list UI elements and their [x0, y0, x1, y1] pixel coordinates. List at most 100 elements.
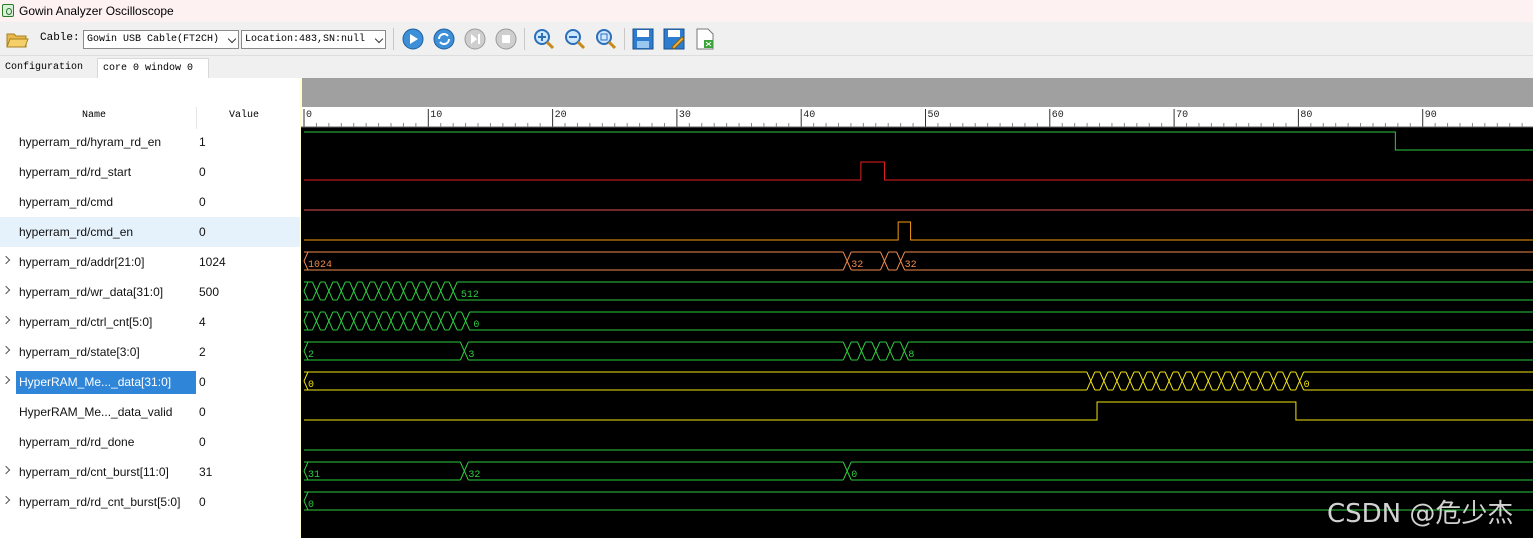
title-bar: Gowin Analyzer Oscilloscope [0, 0, 1533, 22]
signal-row[interactable]: HyperRAM_Me..._data[31:0] 0 [0, 367, 300, 397]
chevron-down-icon [374, 34, 384, 44]
zoom-out-icon[interactable] [563, 27, 587, 51]
ruler-label: 80 [1300, 110, 1312, 121]
chevron-right-icon[interactable] [1, 465, 11, 475]
signal-row[interactable]: hyperram_rd/rd_start 0 [0, 157, 300, 187]
value-column-header: Value [229, 110, 260, 121]
chevron-right-icon[interactable] [1, 315, 11, 325]
stop-icon[interactable] [494, 27, 518, 51]
bus-value-label: 31 [308, 470, 320, 481]
zoom-fit-icon[interactable] [594, 27, 618, 51]
ruler-label: 70 [1176, 110, 1188, 121]
ruler-label: 30 [679, 110, 691, 121]
ruler-label: 50 [928, 110, 940, 121]
signal-row[interactable]: hyperram_rd/state[3:0] 2 [0, 337, 300, 367]
signal-name[interactable]: hyperram_rd/ctrl_cnt[5:0] [16, 307, 196, 337]
save-as-icon[interactable] [662, 27, 686, 51]
waveform-background [301, 127, 1533, 538]
signal-value: 1024 [199, 255, 226, 269]
bus-value-label: 0 [1304, 380, 1310, 391]
bus-value-label: 0 [308, 500, 314, 511]
signal-value: 0 [199, 405, 206, 419]
location-select-value: Location:483,SN:null [245, 34, 366, 45]
signal-name[interactable]: hyperram_rd/state[3:0] [16, 337, 196, 367]
bus-value-label: 32 [468, 470, 480, 481]
cable-select[interactable]: Gowin USB Cable(FT2CH) [83, 30, 239, 49]
bus-value-label: 0 [473, 320, 479, 331]
signal-name[interactable]: hyperram_rd/rd_done [16, 427, 196, 457]
signal-row[interactable]: hyperram_rd/rd_done 0 [0, 427, 300, 457]
signal-value: 0 [199, 435, 206, 449]
overview-band [301, 78, 1533, 107]
ruler-label: 90 [1425, 110, 1437, 121]
save-icon[interactable] [631, 27, 655, 51]
chevron-right-icon[interactable] [1, 255, 11, 265]
signal-name[interactable]: HyperRAM_Me..._data_valid [16, 397, 196, 427]
signal-row[interactable]: hyperram_rd/rd_cnt_burst[5:0] 0 [0, 487, 300, 517]
signal-name[interactable]: hyperram_rd/rd_start [16, 157, 196, 187]
signal-name[interactable]: hyperram_rd/hyram_rd_en [16, 127, 196, 157]
signal-row[interactable]: HyperRAM_Me..._data_valid 0 [0, 397, 300, 427]
signal-value: 0 [199, 195, 206, 209]
ruler-label: 10 [430, 110, 442, 121]
step-icon[interactable] [463, 27, 487, 51]
signal-row[interactable]: hyperram_rd/addr[21:0] 1024 [0, 247, 300, 277]
zoom-in-icon[interactable] [532, 27, 556, 51]
signal-value: 0 [199, 165, 206, 179]
bus-value-label: 0 [851, 470, 857, 481]
bus-value-label: 32 [851, 260, 863, 271]
signal-value: 2 [199, 345, 206, 359]
bus-value-label: 512 [461, 290, 479, 301]
ruler-label: 0 [306, 110, 312, 121]
window-title: Gowin Analyzer Oscilloscope [19, 4, 174, 18]
name-column-header: Name [82, 110, 107, 121]
signal-name[interactable]: hyperram_rd/addr[21:0] [16, 247, 196, 277]
open-folder-icon[interactable] [5, 27, 29, 51]
chevron-right-icon[interactable] [1, 495, 11, 505]
cable-select-value: Gowin USB Cable(FT2CH) [87, 34, 220, 45]
signal-name[interactable]: hyperram_rd/cmd_en [16, 217, 196, 247]
signal-row[interactable]: hyperram_rd/wr_data[31:0] 500 [0, 277, 300, 307]
tab-configuration[interactable]: Configuration [0, 58, 88, 78]
signal-value: 0 [199, 225, 206, 239]
run-icon[interactable] [401, 27, 425, 51]
signal-value: 0 [199, 495, 206, 509]
cable-label: Cable: [40, 32, 80, 44]
ruler-label: 20 [555, 110, 567, 121]
signal-row[interactable]: hyperram_rd/hyram_rd_en 1 [0, 127, 300, 157]
signal-name[interactable]: hyperram_rd/cnt_burst[11:0] [16, 457, 196, 487]
bus-value-label: 2 [308, 350, 314, 361]
chevron-down-icon [227, 34, 237, 44]
waveform-canvas[interactable]: 0 10 20 30 40 50 60 70 80 901024 32 3251202 3 80 031 32… [301, 107, 1533, 538]
chevron-right-icon[interactable] [1, 375, 11, 385]
ruler-label: 60 [1052, 110, 1064, 121]
signal-row[interactable]: hyperram_rd/cmd_en 0 [0, 217, 300, 247]
signal-name[interactable]: hyperram_rd/cmd [16, 187, 196, 217]
signal-name[interactable]: hyperram_rd/wr_data[31:0] [16, 277, 196, 307]
chevron-right-icon[interactable] [1, 345, 11, 355]
signal-value: 500 [199, 285, 220, 299]
signal-row[interactable]: hyperram_rd/ctrl_cnt[5:0] 4 [0, 307, 300, 337]
tab-core-0-window-0[interactable]: core 0 window 0 [97, 58, 209, 78]
toolbar: Cable: Gowin USB Cable(FT2CH) Location:4… [0, 22, 1533, 56]
chevron-right-icon[interactable] [1, 285, 11, 295]
signal-value: 4 [199, 315, 206, 329]
bus-value-label: 3 [468, 350, 474, 361]
signal-row[interactable]: hyperram_rd/cnt_burst[11:0] 31 [0, 457, 300, 487]
signal-name[interactable]: hyperram_rd/rd_cnt_burst[5:0] [16, 487, 196, 517]
app-icon [2, 4, 14, 17]
signal-row[interactable]: hyperram_rd/cmd 0 [0, 187, 300, 217]
signal-value: 0 [199, 375, 206, 389]
watermark: CSDN @危少杰 [1327, 499, 1514, 529]
signal-list-panel: Name Value hyperram_rd/hyram_rd_en 1 hyper… [0, 78, 300, 538]
auto-run-icon[interactable] [432, 27, 456, 51]
bus-value-label: 32 [905, 260, 917, 271]
signal-value: 1 [199, 135, 206, 149]
location-select[interactable]: Location:483,SN:null [241, 30, 386, 49]
export-icon[interactable] [693, 27, 717, 51]
signal-value: 31 [199, 465, 213, 479]
ruler-label: 40 [803, 110, 815, 121]
signal-name[interactable]: HyperRAM_Me..._data[31:0] [16, 371, 196, 394]
bus-value-label: 8 [908, 350, 914, 361]
bus-value-label: 1024 [308, 260, 332, 271]
